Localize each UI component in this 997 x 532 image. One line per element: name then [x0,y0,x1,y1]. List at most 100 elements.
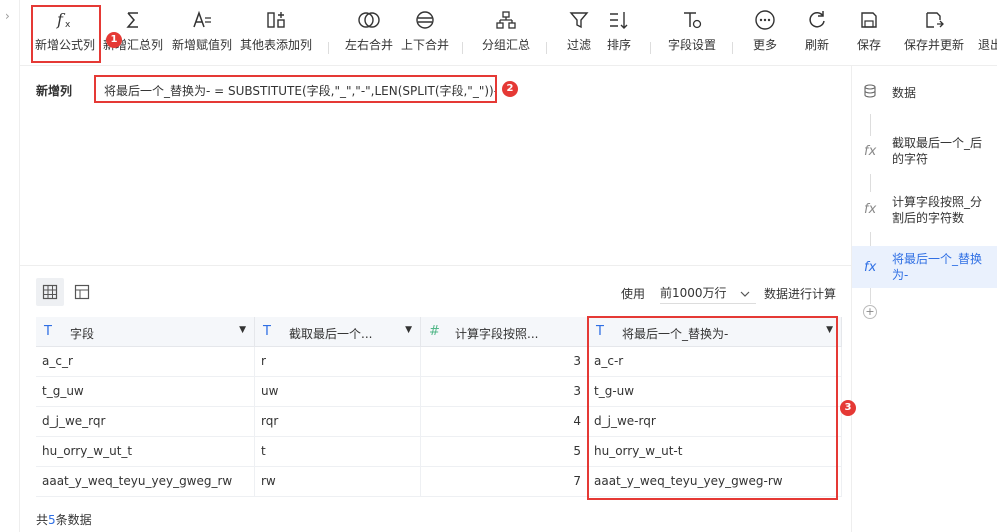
table-cell[interactable]: hu_orry_w_ut_t [36,437,255,467]
use-label: 使用 [621,287,646,301]
table-cell[interactable]: a_c_r [36,347,255,377]
table-cell[interactable]: 4 [421,407,588,437]
text-type-icon: T [263,324,271,339]
caret-down-icon[interactable]: ▼ [405,325,412,335]
chevron-right-icon[interactable]: › [5,10,15,22]
annotation-badge: 2 [502,81,518,97]
database-icon [864,84,876,102]
column-header-label: 截取最后一个... [289,327,373,341]
filter-button[interactable]: 过滤 [560,6,598,62]
vertical-merge-button[interactable]: 上下合并 [398,6,452,62]
table-cell[interactable]: 7 [421,467,588,497]
column-header-label: 字段 [70,327,95,341]
column-header-label: 计算字段按照... [455,327,539,341]
add-step-icon[interactable]: + [863,305,877,319]
toolbar-divider [650,42,651,54]
step-connector [870,232,871,246]
toolbar-divider [328,42,329,54]
highlight-box [587,316,838,500]
add-column-from-other-table-button[interactable]: 其他表添加列 [238,6,314,62]
more-icon [746,6,784,34]
step-label: 计算字段按照_分割后的字符数 [892,195,983,225]
field-settings-icon [662,6,722,34]
grid-icon [42,284,58,300]
step-connector [870,114,871,136]
table-cell[interactable]: aaat_y_weq_teyu_yey_gweg_rw [36,467,255,497]
exit-button[interactable]: 退出 [978,6,997,62]
step-connector [870,174,871,192]
refresh-icon [798,6,836,34]
sort-icon [600,6,638,34]
toolbar-label: 分组汇总 [481,38,530,52]
table-cell[interactable]: t [255,437,421,467]
toolbar-label: 更多 [752,38,777,52]
table-cell[interactable]: 3 [421,347,588,377]
row-limit-select[interactable]: 前1000万行 [660,280,756,304]
layout-icon [74,284,90,300]
toolbar-divider [546,42,547,54]
fx-icon: fx [864,144,877,159]
toolbar-divider [732,42,733,54]
toolbar-label: 左右合并 [344,38,393,52]
toolbar-label: 新增赋值列 [171,38,232,52]
text-type-icon: T [44,324,52,339]
toolbar-label: 排序 [606,38,631,52]
annotation-badge: 1 [106,32,122,48]
table-cell[interactable]: r [255,347,421,377]
toolbar-label: 其他表添加列 [239,38,312,52]
grid-view-toggle[interactable] [36,278,64,306]
horizontal-merge-icon [342,6,396,34]
formula-input[interactable]: 将最后一个_替换为- = SUBSTITUTE(字段,"_","-",LEN(S… [94,75,497,103]
step-item[interactable]: fx 截取最后一个_后的字符 [852,134,997,170]
column-header[interactable]: # 计算字段按照... [421,317,588,347]
highlight-box [31,5,101,63]
formula-panel: 新增列 将最后一个_替换为- = SUBSTITUTE(字段,"_","-",L… [20,66,851,266]
save-icon [850,6,888,34]
layout-view-toggle[interactable] [68,278,96,306]
footer-suffix: 条数据 [55,513,92,527]
toolbar-label: 字段设置 [667,38,716,52]
app-root: › fx 新增公式列 新增汇总列 新增赋值列 其他表添加列 左右合并 上下合并 … [0,0,997,532]
table-cell[interactable]: rqr [255,407,421,437]
sort-button[interactable]: 排序 [600,6,638,62]
step-item[interactable]: fx 计算字段按照_分割后的字符数 [852,192,997,228]
toolbar-divider [462,42,463,54]
step-label: 数据 [892,86,917,100]
fx-icon: fx [864,202,877,217]
step-label: 截取最后一个_后的字符 [892,136,983,166]
save-button[interactable]: 保存 [850,6,888,62]
table-cell[interactable]: rw [255,467,421,497]
toolbar-label: 上下合并 [400,38,449,52]
row-limit-value: 前1000万行 [660,286,727,300]
add-assign-column-button[interactable]: 新增赋值列 [170,6,234,62]
step-label: 将最后一个_替换为- [892,252,983,282]
table-cell[interactable]: t_g_uw [36,377,255,407]
field-settings-button[interactable]: 字段设置 [662,6,722,62]
horizontal-merge-button[interactable]: 左右合并 [342,6,396,62]
row-count: 5 [48,513,56,527]
row-count-footer: 共5条数据 [36,511,92,528]
fx-icon: fx [864,260,877,275]
footer-prefix: 共 [36,513,49,527]
annotation-badge: 3 [840,400,856,416]
caret-down-icon[interactable]: ▼ [239,325,246,335]
step-item[interactable]: 数据 [852,80,997,106]
table-cell[interactable]: 5 [421,437,588,467]
table-cell[interactable]: uw [255,377,421,407]
save-update-icon [900,6,968,34]
number-type-icon: # [429,324,440,339]
column-header[interactable]: T 字段 ▼ [36,317,255,347]
more-button[interactable]: 更多 [746,6,784,62]
table-add-icon [238,6,314,34]
step-connector [870,288,871,304]
step-item-active[interactable]: fx 将最后一个_替换为- [852,246,997,288]
column-header[interactable]: T 截取最后一个... ▼ [255,317,421,347]
toolbar-label: 退出 [978,38,997,52]
toolbar-label: 刷新 [804,38,829,52]
table-cell[interactable]: d_j_we_rqr [36,407,255,437]
refresh-button[interactable]: 刷新 [798,6,836,62]
left-rail: › [0,0,20,532]
table-cell[interactable]: 3 [421,377,588,407]
save-and-update-button[interactable]: 保存并更新 [900,6,968,62]
group-summary-button[interactable]: 分组汇总 [478,6,534,62]
